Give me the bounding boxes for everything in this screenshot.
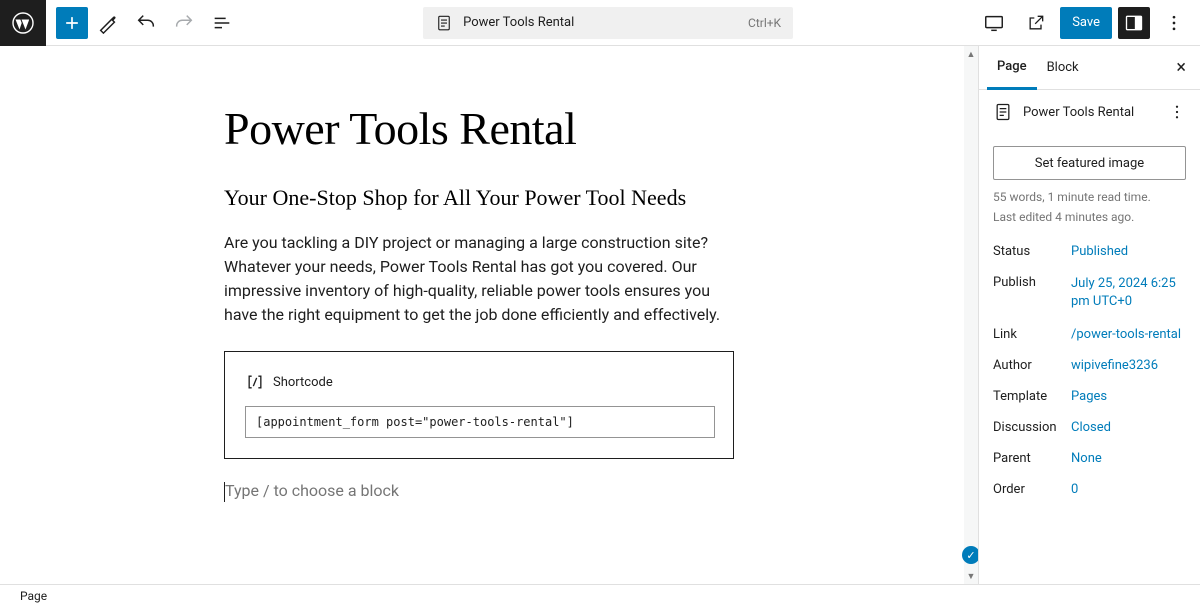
post-title[interactable]: Power Tools Rental [224,102,960,155]
publish-value[interactable]: July 25, 2024 6:25 pm UTC+0 [1071,275,1186,311]
parent-value[interactable]: None [1071,451,1186,466]
scroll-up-icon[interactable]: ▲ [964,47,978,61]
redo-button[interactable] [166,5,202,41]
scroll-down-icon[interactable]: ▼ [964,569,978,583]
post-subtitle[interactable]: Your One-Stop Shop for All Your Power To… [224,185,960,211]
settings-panel-toggle[interactable] [1118,7,1150,39]
post-paragraph[interactable]: Are you tackling a DIY project or managi… [224,231,734,327]
close-panel-button[interactable]: × [1170,57,1192,78]
external-link-button[interactable] [1018,5,1054,41]
page-icon [993,102,1013,122]
page-actions-button[interactable] [1168,103,1186,121]
top-toolbar: Power Tools Rental Ctrl+K Save [0,0,1200,46]
shortcode-block[interactable]: Shortcode [appointment_form post="power-… [224,351,734,459]
order-value[interactable]: 0 [1071,482,1186,497]
order-label: Order [993,482,1071,497]
command-shortcut: Ctrl+K [748,16,781,30]
template-value[interactable]: Pages [1071,389,1186,404]
shortcode-label: Shortcode [273,375,333,390]
page-icon [435,14,453,32]
shortcode-icon [245,372,265,392]
status-label: Status [993,244,1071,259]
undo-button[interactable] [128,5,164,41]
publish-label: Publish [993,275,1071,290]
block-appender[interactable]: Type / to choose a block [224,481,960,502]
template-label: Template [993,389,1071,404]
tools-icon[interactable] [90,5,126,41]
add-block-button[interactable] [56,7,88,39]
view-button[interactable] [976,5,1012,41]
featured-image-button[interactable]: Set featured image [993,146,1186,180]
breadcrumb[interactable]: Page [20,589,47,603]
document-title: Power Tools Rental [463,15,574,30]
word-count-text: 55 words, 1 minute read time. [979,188,1200,206]
author-label: Author [993,358,1071,373]
status-value[interactable]: Published [1071,244,1186,259]
breadcrumb-bar: Page [0,584,1200,606]
wordpress-logo[interactable] [0,0,46,46]
author-value[interactable]: wipivefine3236 [1071,358,1186,373]
save-button[interactable]: Save [1060,7,1112,39]
link-label: Link [993,327,1071,342]
last-edited-text: Last edited 4 minutes ago. [979,208,1200,226]
checklist-badge[interactable]: ✓ [962,546,978,564]
document-bar[interactable]: Power Tools Rental Ctrl+K [423,7,793,39]
options-button[interactable] [1156,5,1192,41]
sidebar-page-name: Power Tools Rental [1023,105,1134,120]
discussion-value[interactable]: Closed [1071,420,1186,435]
settings-sidebar: Page Block × Power Tools Rental Set feat… [978,46,1200,584]
tab-block[interactable]: Block [1037,46,1089,90]
link-value[interactable]: /power-tools-rental [1071,327,1186,342]
tab-page[interactable]: Page [987,46,1037,90]
scrollbar[interactable]: ▲ ✓ ▼ [964,46,978,584]
parent-label: Parent [993,451,1071,466]
document-overview-button[interactable] [204,5,240,41]
discussion-label: Discussion [993,420,1071,435]
shortcode-input[interactable]: [appointment_form post="power-tools-rent… [245,406,715,438]
